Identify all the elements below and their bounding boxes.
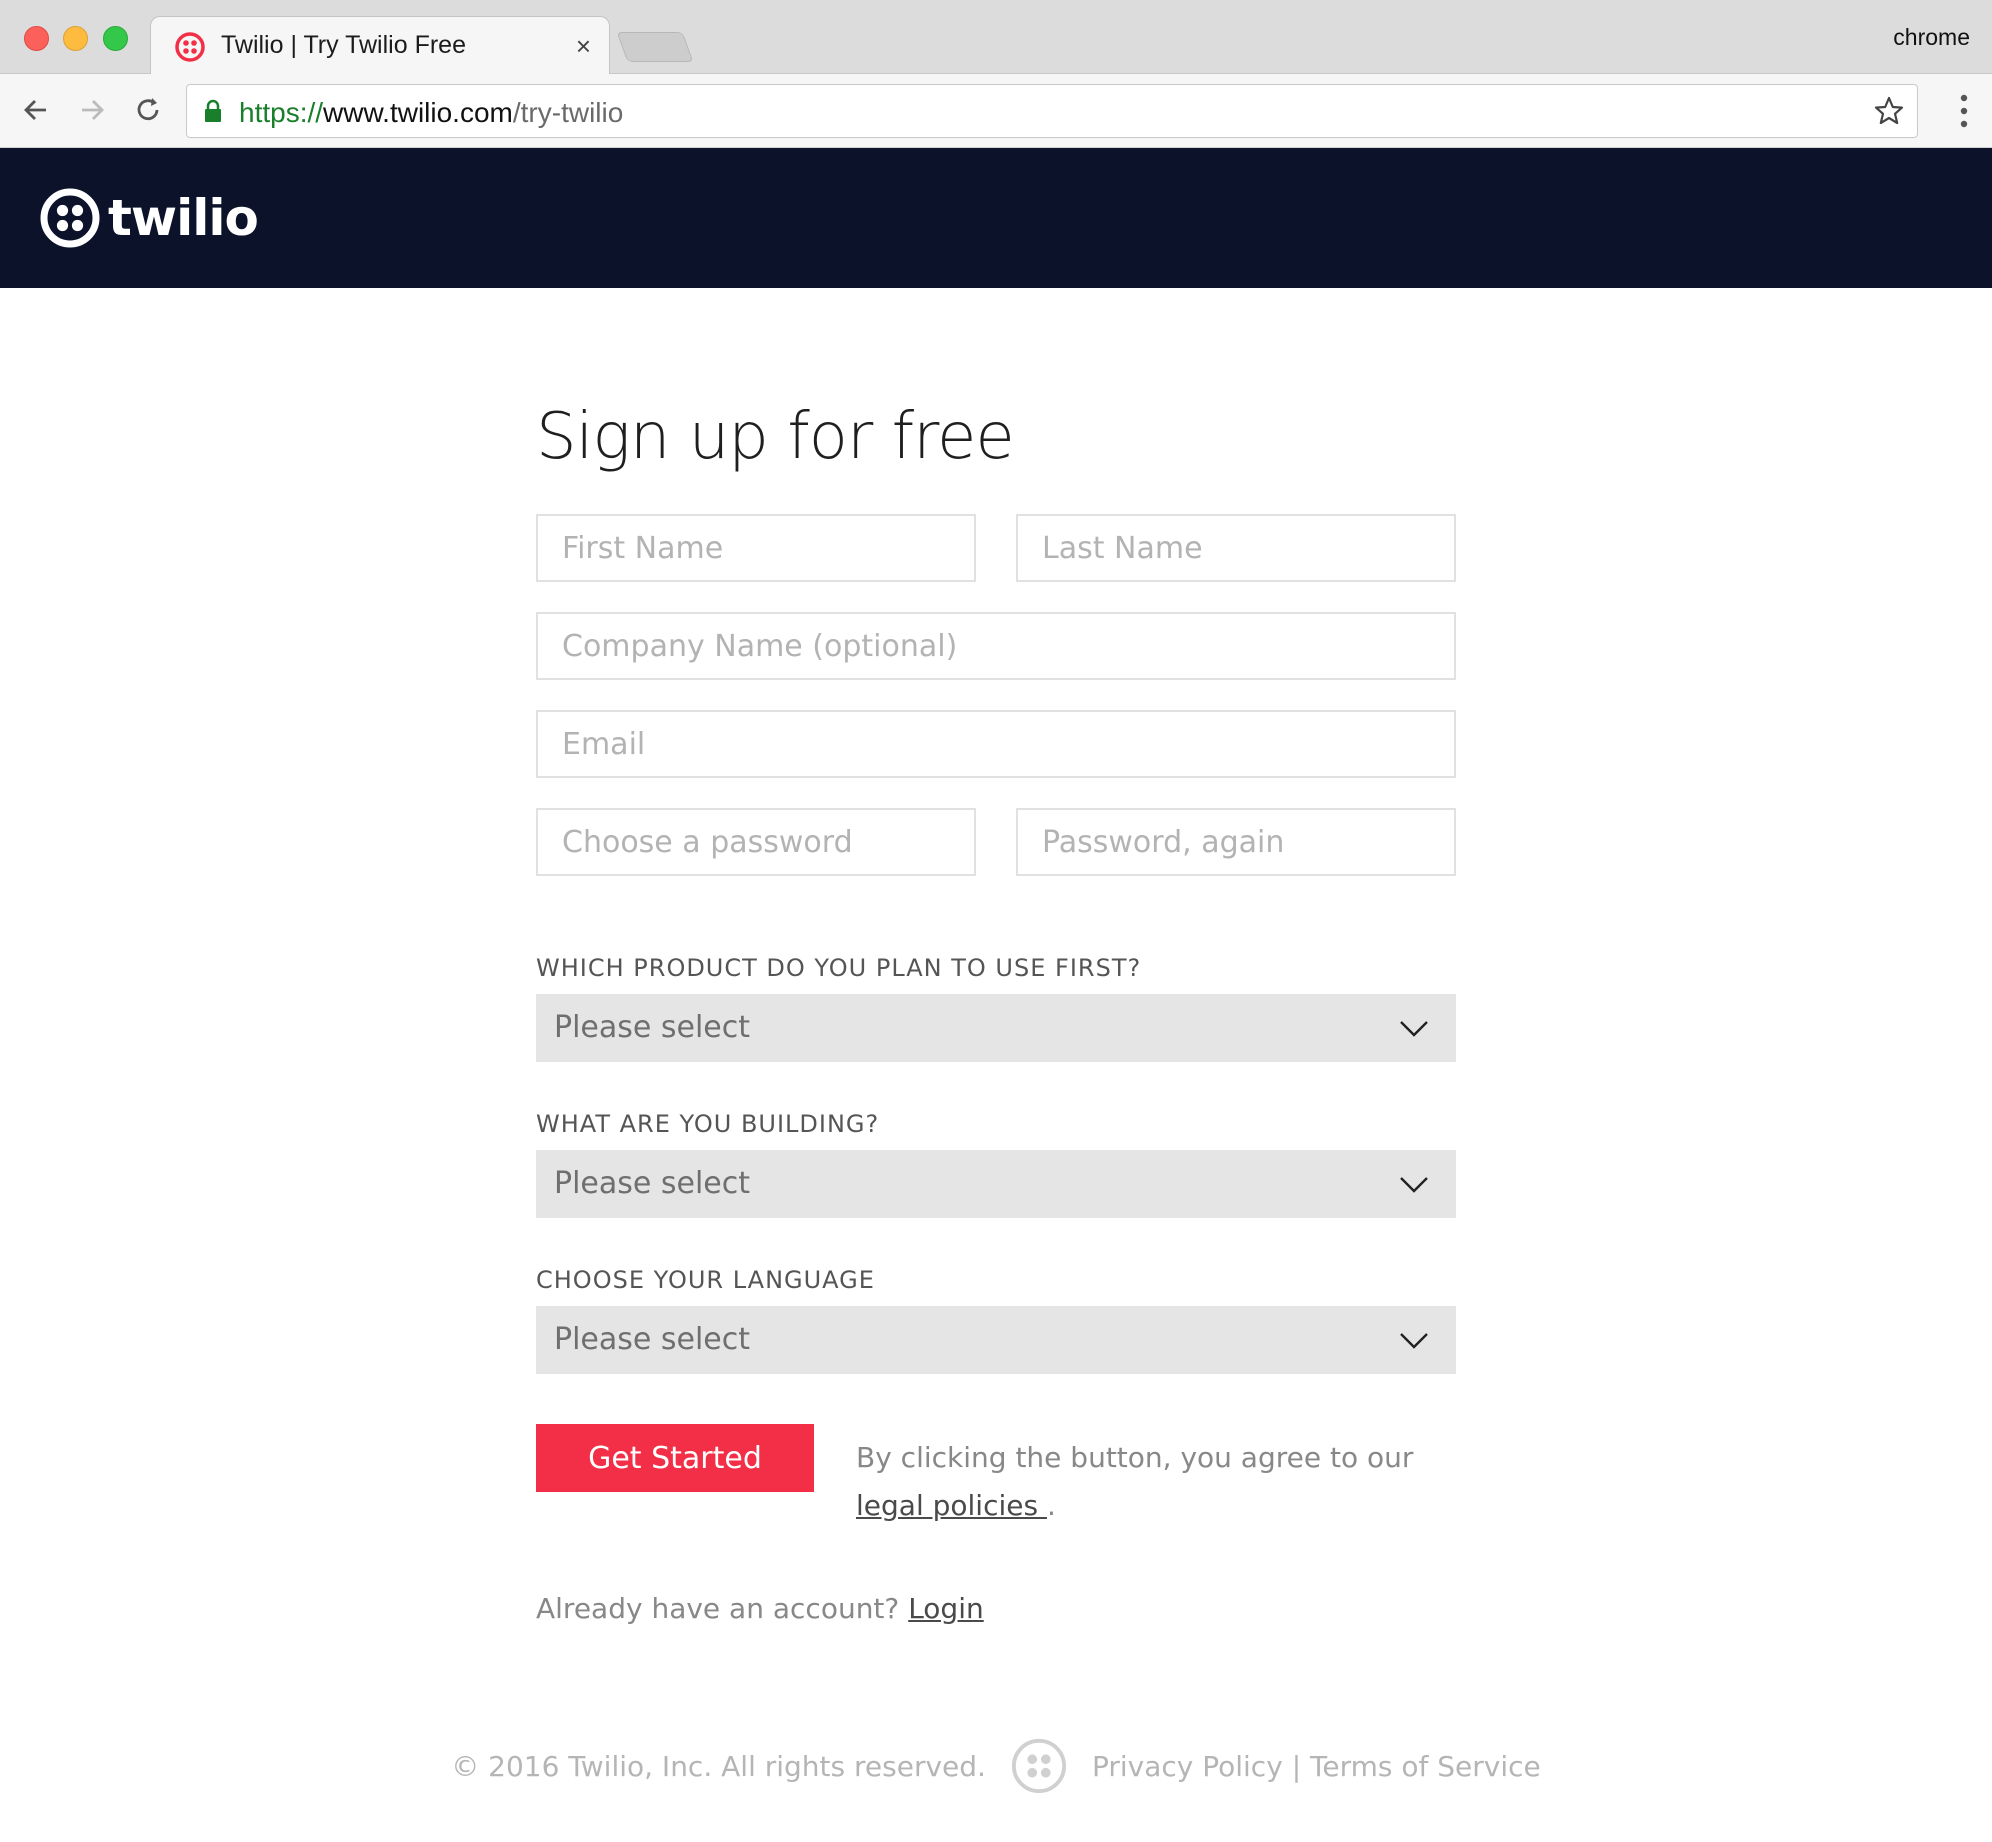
legal-suffix: . xyxy=(1046,1489,1056,1522)
product-label: WHICH PRODUCT DO YOU PLAN TO USE FIRST? xyxy=(536,954,1142,982)
menu-dots-icon[interactable] xyxy=(1960,94,1968,128)
window-maximize-button[interactable] xyxy=(103,26,128,51)
url-path: /try-twilio xyxy=(512,97,624,128)
chevron-down-icon xyxy=(1400,1021,1428,1037)
tab-title: Twilio | Try Twilio Free xyxy=(221,31,466,59)
login-link[interactable]: Login xyxy=(908,1592,984,1625)
product-select[interactable]: Please select xyxy=(536,994,1456,1062)
login-prompt: Already have an account? Login xyxy=(536,1592,984,1625)
tab-close-icon[interactable]: × xyxy=(576,31,591,61)
twilio-logo-icon xyxy=(40,188,100,248)
site-header: twilio xyxy=(0,148,1992,288)
address-bar[interactable]: https://www.twilio.com/try-twilio xyxy=(186,84,1918,138)
privacy-policy-link[interactable]: Privacy Policy xyxy=(1092,1750,1283,1783)
url-scheme: https:// xyxy=(239,97,324,128)
logo-wordmark: twilio xyxy=(108,189,259,247)
back-arrow-icon[interactable] xyxy=(18,92,54,128)
company-name-field[interactable] xyxy=(536,612,1456,680)
twilio-logo[interactable]: twilio xyxy=(40,186,259,250)
last-name-field[interactable] xyxy=(1016,514,1456,582)
legal-policies-link[interactable]: legal policies xyxy=(856,1489,1047,1522)
url-host: www.twilio.com xyxy=(323,97,513,128)
profile-name[interactable]: chrome xyxy=(1893,24,1970,51)
browser-tab-active[interactable]: Twilio | Try Twilio Free × xyxy=(150,16,610,75)
building-label: WHAT ARE YOU BUILDING? xyxy=(536,1110,880,1138)
get-started-button[interactable]: Get Started xyxy=(536,1424,814,1492)
page-title: Sign up for free xyxy=(536,400,1015,474)
chevron-down-icon xyxy=(1400,1177,1428,1193)
window-minimize-button[interactable] xyxy=(63,26,88,51)
footer: © 2016 Twilio, Inc. All rights reserved.… xyxy=(0,1736,1992,1796)
first-name-field[interactable] xyxy=(536,514,976,582)
new-tab-button[interactable] xyxy=(616,32,694,62)
chevron-down-icon xyxy=(1400,1333,1428,1349)
footer-copyright: © 2016 Twilio, Inc. All rights reserved. xyxy=(451,1749,986,1783)
window-close-button[interactable] xyxy=(24,26,49,51)
browser-toolbar: https://www.twilio.com/try-twilio xyxy=(0,74,1992,148)
terms-of-service-link[interactable]: Terms of Service xyxy=(1310,1750,1541,1783)
twilio-logo-icon xyxy=(1011,1738,1067,1794)
building-select-value: Please select xyxy=(554,1166,751,1201)
building-select[interactable]: Please select xyxy=(536,1150,1456,1218)
footer-links: Privacy Policy | Terms of Service xyxy=(1092,1750,1541,1783)
lock-icon xyxy=(205,99,221,122)
star-icon[interactable] xyxy=(1873,95,1905,127)
password-confirm-field[interactable] xyxy=(1016,808,1456,876)
product-select-value: Please select xyxy=(554,1010,751,1045)
legal-prefix: By clicking the button, you agree to our xyxy=(856,1441,1414,1474)
url-text: https://www.twilio.com/try-twilio xyxy=(239,97,623,129)
forward-arrow-icon[interactable] xyxy=(74,92,110,128)
reload-icon[interactable] xyxy=(130,92,166,128)
language-label: CHOOSE YOUR LANGUAGE xyxy=(536,1266,875,1294)
legal-notice: By clicking the button, you agree to our… xyxy=(856,1434,1436,1530)
language-select-value: Please select xyxy=(554,1322,751,1357)
language-select[interactable]: Please select xyxy=(536,1306,1456,1374)
footer-separator: | xyxy=(1291,1749,1302,1783)
password-field[interactable] xyxy=(536,808,976,876)
browser-tab-bar: Twilio | Try Twilio Free × chrome xyxy=(0,0,1992,75)
login-prefix: Already have an account? xyxy=(536,1592,909,1625)
email-field[interactable] xyxy=(536,710,1456,778)
twilio-favicon-icon xyxy=(175,32,205,62)
